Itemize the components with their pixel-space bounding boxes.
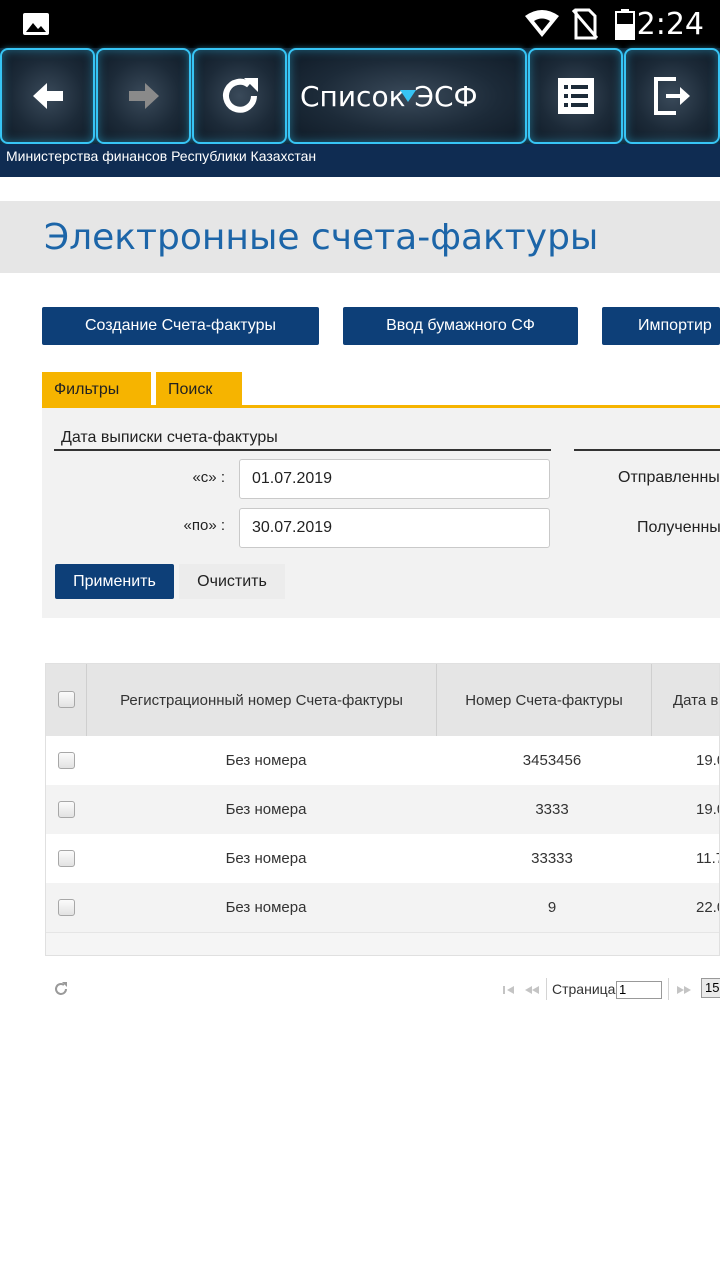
clear-button[interactable]: Очистить: [179, 564, 285, 599]
title-bar: Электронные счета-фактуры: [0, 201, 720, 273]
date-to-input[interactable]: 30.07.2019: [239, 508, 550, 548]
divider: [668, 978, 669, 1000]
chevron-down-icon: [399, 90, 416, 102]
table-row[interactable]: Без номера 9 22.0: [46, 883, 719, 932]
date-from-input[interactable]: 01.07.2019: [239, 459, 550, 499]
reg-number-cell: Без номера: [225, 850, 307, 867]
invoice-table: Регистрационный номер Счета-фактуры Номе…: [45, 663, 720, 956]
divider: [546, 978, 547, 1000]
date-cell: 11.7: [696, 850, 719, 867]
table-row[interactable]: Без номера 33333 11.7: [46, 834, 719, 883]
column-header-invoice-number[interactable]: Номер Счета-фактуры: [436, 664, 651, 736]
date-cell: 19.0: [696, 801, 719, 818]
tab-search[interactable]: Поиск: [156, 372, 242, 406]
tab-filters[interactable]: Фильтры: [42, 372, 151, 406]
previous-page-icon[interactable]: [524, 984, 540, 996]
row-checkbox[interactable]: [58, 752, 75, 769]
first-page-icon[interactable]: [502, 984, 516, 996]
section-dropdown[interactable]: Список ЭСФ: [288, 48, 527, 144]
forward-arrow-icon: [128, 83, 159, 109]
date-from-label: «с» :: [192, 469, 225, 486]
reg-number-cell: Без номера: [225, 752, 307, 769]
image-icon: [23, 13, 49, 35]
received-filter-label[interactable]: Полученны: [637, 519, 720, 537]
ministry-label: Министерства финансов Республики Казахст…: [6, 148, 317, 164]
table-header: Регистрационный номер Счета-фактуры Номе…: [46, 664, 719, 736]
page-title: Электронные счета-фактуры: [44, 217, 599, 258]
clock: 2:24: [636, 7, 704, 42]
date-cell: 22.0: [696, 899, 719, 916]
invoice-number-cell: 33333: [531, 850, 573, 867]
list-icon: [557, 78, 594, 114]
date-to-label: «по» :: [183, 517, 225, 534]
table-row[interactable]: Без номера 3333 19.0: [46, 785, 719, 834]
refresh-icon: [222, 78, 258, 113]
refresh-button[interactable]: [192, 48, 287, 144]
divider: [54, 449, 551, 451]
reg-number-cell: Без номера: [225, 899, 307, 916]
page-label: Страница: [552, 981, 616, 997]
paper-invoice-button[interactable]: Ввод бумажного СФ: [343, 307, 578, 345]
row-checkbox[interactable]: [58, 801, 75, 818]
filter-panel: Дата выписки счета-фактуры «с» : 01.07.2…: [42, 408, 720, 618]
exit-icon: [654, 77, 690, 115]
apply-button[interactable]: Применить: [55, 564, 174, 599]
next-page-icon[interactable]: [676, 984, 692, 996]
column-header-reg-number[interactable]: Регистрационный номер Счета-фактуры: [86, 664, 436, 736]
table-footer: [46, 932, 719, 955]
sent-filter-label[interactable]: Отправленны: [618, 469, 720, 487]
select-all-checkbox[interactable]: [58, 691, 75, 708]
date-cell: 19.0: [696, 752, 719, 769]
import-button[interactable]: Импортир: [602, 307, 720, 345]
row-checkbox[interactable]: [58, 899, 75, 916]
date-filter-title: Дата выписки счета-фактуры: [61, 429, 278, 446]
exit-button[interactable]: [624, 48, 720, 144]
wifi-icon: [525, 10, 559, 37]
table-row[interactable]: Без номера 3453456 19.0: [46, 736, 719, 785]
page-size-select[interactable]: 15: [701, 978, 720, 998]
pager: Страница 1 15: [45, 976, 720, 1002]
status-bar: 2:24: [0, 0, 720, 48]
list-button[interactable]: [528, 48, 623, 144]
reload-icon[interactable]: [53, 981, 69, 997]
invoice-number-cell: 9: [547, 899, 557, 916]
section-title: Список ЭСФ: [300, 80, 478, 113]
reg-number-cell: Без номера: [225, 801, 307, 818]
invoice-number-cell: 3333: [535, 801, 569, 818]
forward-button[interactable]: [96, 48, 191, 144]
back-button[interactable]: [0, 48, 95, 144]
page-number-input[interactable]: 1: [616, 981, 662, 999]
invoice-number-cell: 3453456: [522, 752, 582, 769]
battery-icon: [615, 9, 635, 40]
back-arrow-icon: [32, 83, 63, 109]
row-checkbox[interactable]: [58, 850, 75, 867]
no-sim-icon: [572, 8, 598, 40]
divider: [574, 449, 720, 451]
create-invoice-button[interactable]: Создание Счета-фактуры: [42, 307, 319, 345]
site-header: Министерства финансов Республики Казахст…: [0, 144, 720, 177]
app-toolbar: Список ЭСФ: [0, 48, 720, 144]
column-header-date[interactable]: Дата в: [651, 664, 719, 736]
